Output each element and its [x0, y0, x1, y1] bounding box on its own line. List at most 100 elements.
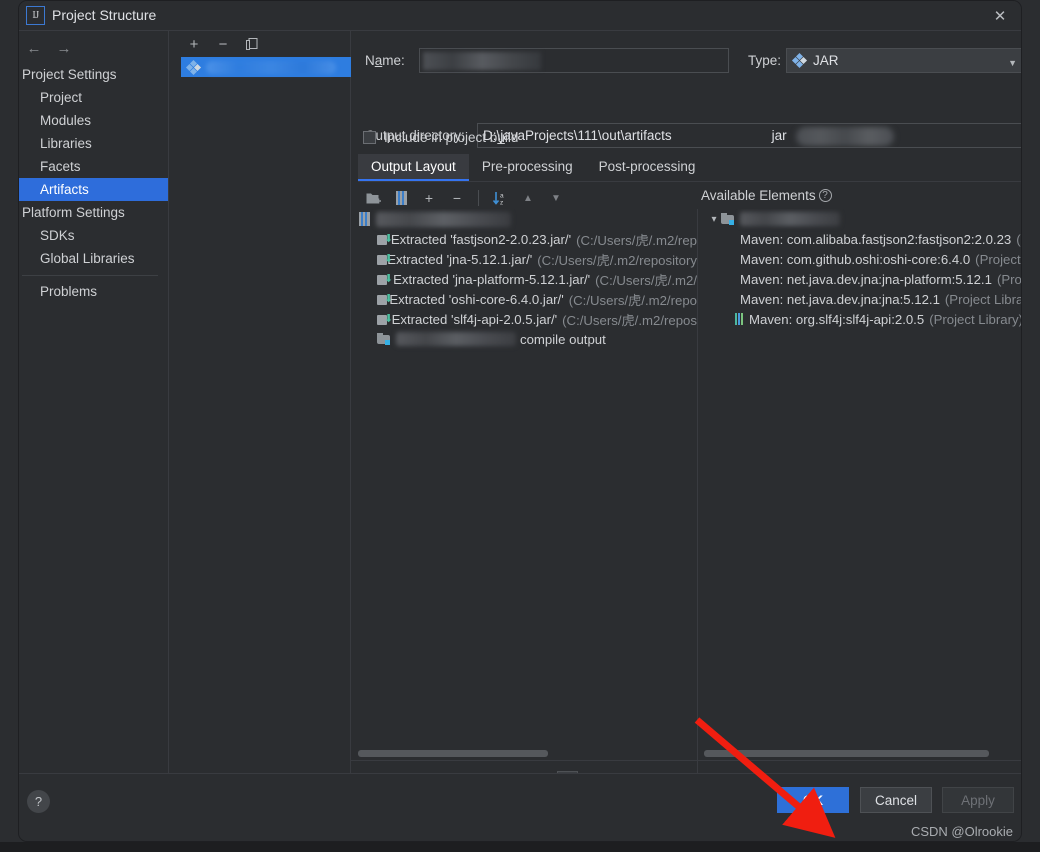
- right-tree-hscrollbar[interactable]: [704, 750, 989, 757]
- tree-row[interactable]: ⬇ Extracted 'jna-platform-5.12.1.jar/' (…: [357, 269, 697, 289]
- tree-item-path: (C:/Users/虎/.m2/repo: [568, 292, 697, 308]
- dialog-footer: ? OK Cancel Apply CSDN @Olrookie: [19, 773, 1021, 841]
- watermark: CSDN @Olrookie: [910, 824, 1013, 839]
- titlebar: IJ Project Structure ✕: [19, 1, 1021, 31]
- intellij-idea-icon: IJ: [26, 6, 45, 25]
- tree-row-compile-output[interactable]: compile output: [357, 329, 697, 349]
- output-layout-toolbar: + − az ▲ ▼: [357, 185, 697, 211]
- available-element-row[interactable]: Maven: net.java.dev.jna:jna-platform:5.1…: [699, 269, 1021, 289]
- move-up-button[interactable]: ▲: [518, 188, 538, 208]
- tree-item-path: (C:/Users/虎/.m2/repository: [537, 252, 697, 268]
- artifact-type-select[interactable]: JAR ▼: [786, 48, 1021, 73]
- artifacts-list-panel: + −: [169, 31, 351, 774]
- artifact-detail-panel: Na me: Type: JAR ▼ Output directory: D:\j…: [351, 31, 1022, 792]
- available-element-name: Maven: org.slf4j:slf4j-api:2.0.5: [749, 311, 925, 327]
- add-element-button[interactable]: +: [419, 188, 439, 208]
- left-tree-hscrollbar[interactable]: [358, 750, 548, 757]
- options-divider: [351, 760, 1021, 761]
- available-root-row[interactable]: ▾: [699, 209, 1021, 229]
- help-icon[interactable]: ?: [818, 189, 832, 202]
- output-directory-suffix: jar: [771, 128, 787, 143]
- move-down-button[interactable]: ▼: [546, 188, 566, 208]
- artifact-name-redacted: [206, 60, 336, 74]
- tab-post-processing[interactable]: Post-processing: [586, 154, 709, 181]
- tree-item-name: Extracted 'jna-platform-5.12.1.jar/': [393, 271, 591, 287]
- available-element-row[interactable]: Maven: com.github.oshi:oshi-core:6.4.0 (…: [699, 249, 1021, 269]
- sidebar-item-libraries[interactable]: Libraries: [19, 132, 168, 155]
- compile-output-label: compile output: [520, 331, 606, 347]
- name-value-redacted: [423, 52, 541, 70]
- available-element-scope: (Project Li: [975, 251, 1021, 267]
- output-directory-input[interactable]: D:\javaProjects\111\out\artifacts jar: [477, 123, 1021, 148]
- include-in-build-checkbox[interactable]: Include in project build: [363, 130, 518, 145]
- chevron-down-icon[interactable]: ▼: [1008, 58, 1017, 68]
- extracted-icon: ⬇: [377, 253, 393, 266]
- extracted-icon: ⬇: [377, 293, 393, 306]
- copy-icon[interactable]: [242, 34, 262, 54]
- pane-divider: [697, 209, 698, 787]
- help-button[interactable]: ?: [27, 790, 50, 813]
- remove-artifact-button[interactable]: −: [213, 34, 233, 54]
- artifact-type-value: JAR: [813, 53, 839, 68]
- back-arrow-icon[interactable]: ←: [23, 37, 45, 59]
- forward-arrow-icon[interactable]: →: [53, 37, 75, 59]
- available-element-name: Maven: com.alibaba.fastjson2:fastjson2:2…: [740, 231, 1012, 247]
- available-elements-label: Available Elements: [701, 188, 816, 203]
- extracted-icon: ⬇: [377, 233, 393, 246]
- sort-alpha-icon[interactable]: az: [490, 188, 510, 208]
- tree-item-name: Extracted 'fastjson2-2.0.23.jar/': [390, 231, 572, 247]
- project-structure-dialog: IJ Project Structure ✕ ← → Project Setti…: [18, 0, 1022, 842]
- nav-group-project-settings: Project Settings: [22, 67, 117, 82]
- add-artifact-button[interactable]: +: [184, 34, 204, 54]
- close-icon[interactable]: ✕: [989, 5, 1011, 27]
- add-archive-icon[interactable]: [391, 188, 411, 208]
- tree-row[interactable]: ⬇ Extracted 'jna-5.12.1.jar/' (C:/Users/…: [357, 249, 697, 269]
- sidebar-item-global-libraries[interactable]: Global Libraries: [19, 247, 168, 270]
- checkbox-box: [363, 131, 376, 144]
- ok-button[interactable]: OK: [777, 787, 849, 813]
- os-taskbar: [0, 842, 1040, 852]
- include-in-build-label: Include in project build: [384, 130, 519, 145]
- remove-element-button[interactable]: −: [447, 188, 467, 208]
- extracted-icon: ⬇: [377, 313, 393, 326]
- output-layout-tree[interactable]: ⬇ Extracted 'fastjson2-2.0.23.jar/' (C:/…: [357, 209, 697, 749]
- toolbar-divider: [478, 190, 479, 206]
- available-element-row[interactable]: Maven: org.slf4j:slf4j-api:2.0.5 (Projec…: [699, 309, 1022, 329]
- tree-row[interactable]: ⬇ Extracted 'fastjson2-2.0.23.jar/' (C:/…: [357, 229, 697, 249]
- artifact-list-item[interactable]: [181, 57, 351, 77]
- available-root-name-redacted: [740, 212, 840, 226]
- tab-pre-processing[interactable]: Pre-processing: [469, 154, 586, 181]
- output-directory-redacted: [796, 127, 894, 146]
- tree-root-row[interactable]: [357, 209, 697, 229]
- available-element-scope: (Pr: [1016, 231, 1021, 247]
- screen: IJ Project Structure ✕ ← → Project Setti…: [0, 0, 1040, 852]
- add-directory-icon[interactable]: [363, 188, 383, 208]
- module-output-icon: [377, 333, 391, 345]
- available-elements-header: Available Elements ?: [701, 188, 832, 203]
- chevron-down-icon[interactable]: ▾: [707, 214, 721, 225]
- sidebar-item-artifacts[interactable]: Artifacts: [19, 178, 168, 201]
- type-label: Type:: [748, 53, 782, 68]
- sidebar-item-modules[interactable]: Modules: [19, 109, 168, 132]
- tree-item-name: Extracted 'slf4j-api-2.0.5.jar/': [391, 311, 558, 327]
- nav-divider: [22, 275, 158, 276]
- available-element-row[interactable]: Maven: net.java.dev.jna:jna:5.12.1 (Proj…: [699, 289, 1021, 309]
- tree-item-name: Extracted 'oshi-core-6.4.0.jar/': [389, 291, 564, 307]
- available-element-row[interactable]: Maven: com.alibaba.fastjson2:fastjson2:2…: [699, 229, 1021, 249]
- name-input[interactable]: [419, 48, 729, 73]
- sidebar-item-sdks[interactable]: SDKs: [19, 224, 168, 247]
- tab-output-layout[interactable]: Output Layout: [358, 154, 469, 181]
- tree-row[interactable]: ⬇ Extracted 'oshi-core-6.4.0.jar/' (C:/U…: [357, 289, 697, 309]
- sidebar-item-facets[interactable]: Facets: [19, 155, 168, 178]
- tree-root-name-redacted: [376, 211, 511, 227]
- available-elements-tree[interactable]: ▾ Maven: com.alibaba.fastjson2:fastjson2…: [699, 209, 1022, 749]
- svg-text:a: a: [500, 192, 504, 199]
- tree-row[interactable]: ⬇ Extracted 'slf4j-api-2.0.5.jar/' (C:/U…: [357, 309, 697, 329]
- sidebar-item-problems[interactable]: Problems: [19, 280, 168, 303]
- module-icon: [721, 213, 735, 225]
- available-element-scope: (Project Library): [929, 311, 1022, 327]
- cancel-button[interactable]: Cancel: [860, 787, 932, 813]
- sidebar-item-project[interactable]: Project: [19, 86, 168, 109]
- jar-artifact-icon: [185, 59, 202, 75]
- available-element-scope: (Project Library): [944, 291, 1021, 307]
